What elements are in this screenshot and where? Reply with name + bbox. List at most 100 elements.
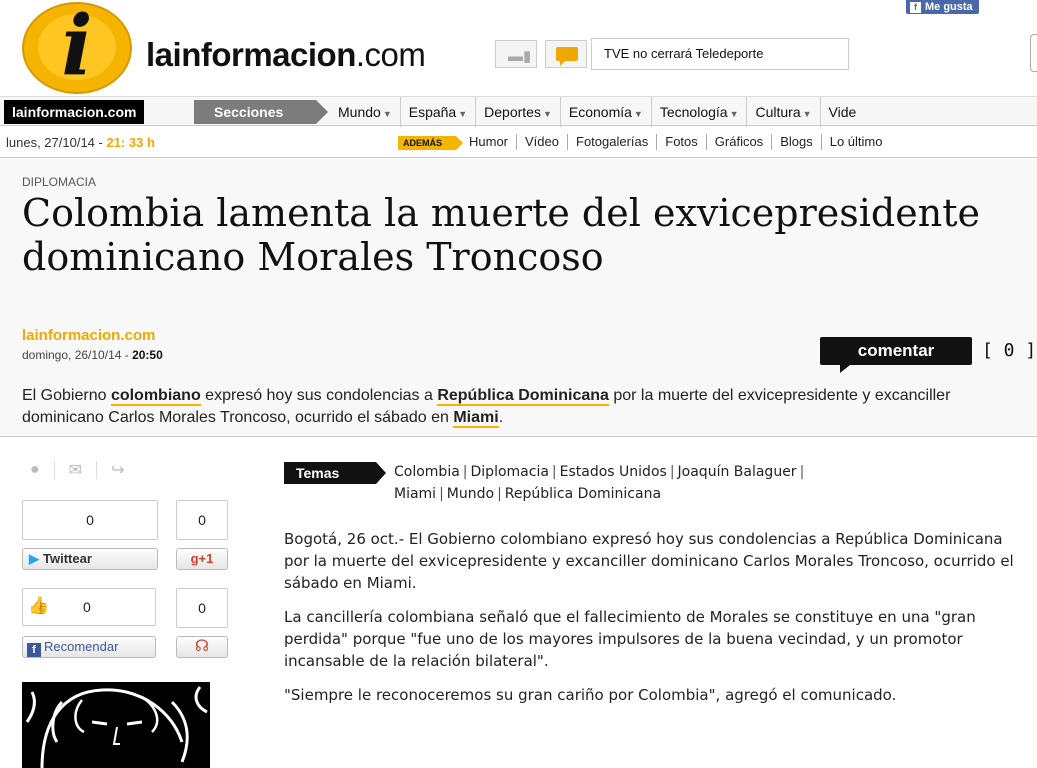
divider: [96, 461, 98, 479]
nav-sections-button[interactable]: Secciones: [194, 100, 328, 124]
divider: |: [439, 486, 444, 502]
nav-item-mundo[interactable]: Mundo ▼: [330, 97, 400, 127]
article-date-day: domingo, 26/10/14 -: [22, 348, 133, 362]
article-lead: El Gobierno colombiano expresó hoy sus c…: [22, 385, 1032, 429]
nav-item-label: Deportes: [484, 104, 541, 120]
caret-down-icon: ▼: [458, 109, 468, 119]
topic-link[interactable]: Colombia: [394, 464, 460, 480]
search-box[interactable]: [1030, 34, 1037, 72]
nav-item-label: Vide: [828, 104, 857, 120]
share-tools: ● ✉ ↪: [30, 460, 124, 480]
article-paragraph: "Siempre le reconoceremos su gran cariño…: [284, 686, 897, 704]
lead-link-republica-dominicana[interactable]: República Dominicana: [437, 387, 609, 406]
sub-link-fotogalerias[interactable]: Fotogalerías: [567, 134, 656, 150]
divider: |: [799, 464, 805, 480]
meneame-button[interactable]: ☊: [176, 636, 228, 658]
site-logo[interactable]: lainformacion.com: [146, 36, 426, 74]
divider: |: [551, 464, 557, 480]
chat-icon-button[interactable]: [545, 40, 587, 68]
nav-item-cultura[interactable]: Cultura ▼: [746, 97, 819, 127]
logo-icon[interactable]: i: [22, 0, 132, 92]
mobile-icon-button[interactable]: ▬▮: [495, 40, 537, 68]
email-icon[interactable]: ✉: [69, 460, 82, 480]
facebook-icon: f: [910, 2, 921, 13]
nav-item-economia[interactable]: Economía ▼: [559, 97, 651, 127]
nav-item-espana[interactable]: España ▼: [399, 97, 475, 127]
logo-brand: lainformacion: [146, 36, 356, 73]
speech-bubble-icon: [556, 47, 578, 66]
article-time: 20:50: [132, 348, 163, 362]
caret-down-icon: ▼: [633, 109, 643, 119]
caret-down-icon: ▼: [802, 109, 812, 119]
mobile-device-icon: ▬▮: [508, 48, 532, 65]
sub-link-humor[interactable]: Humor: [461, 134, 516, 150]
comment-button[interactable]: comentar: [820, 337, 972, 373]
twitter-count: 0: [22, 500, 158, 540]
nav-item-label: Mundo: [338, 104, 381, 120]
site-header: f Me gusta i lainformacion.com ▬▮ TVE no …: [0, 0, 1037, 96]
secondary-links: Humor Vídeo Fotogalerías Fotos Gráficos …: [461, 134, 890, 150]
logo-tld: .com: [355, 36, 426, 73]
nav-item-tecnologia[interactable]: Tecnología ▼: [650, 97, 747, 127]
lead-text: El Gobierno: [22, 387, 111, 404]
meneame-count: 0: [176, 588, 228, 628]
facebook-recommend-button[interactable]: f Recomendar: [22, 636, 156, 658]
tweet-button[interactable]: ▶ Twittear: [22, 548, 158, 570]
topic-link[interactable]: Joaquín Balaguer: [678, 464, 797, 480]
divider: |: [462, 464, 468, 480]
date-bar: lunes, 27/10/14 - 21: 33 h ADEMÁS Humor …: [0, 127, 1037, 158]
article-source[interactable]: lainformacion.com: [22, 327, 155, 344]
sub-link-video[interactable]: Vídeo: [516, 134, 567, 150]
current-time: 21: 33 h: [106, 135, 155, 150]
lead-text: .: [498, 409, 504, 426]
ademas-badge: ADEMÁS: [398, 136, 464, 150]
topic-link[interactable]: Estados Unidos: [560, 464, 667, 480]
divider: [53, 461, 55, 479]
caret-down-icon: ▼: [542, 109, 552, 119]
headline-ticker[interactable]: TVE no cerrará Teledeporte: [591, 38, 849, 70]
report-icon[interactable]: ●: [30, 461, 40, 479]
article-header: DIPLOMACIA Colombia lamenta la muerte de…: [0, 159, 1037, 437]
tweet-button-label: Twittear: [43, 551, 92, 566]
facebook-like-button[interactable]: f Me gusta: [906, 0, 979, 14]
nav-item-video[interactable]: Vide: [819, 97, 865, 127]
caret-down-icon: ▼: [729, 109, 739, 119]
lead-text: expresó hoy sus condolencias a: [200, 387, 438, 404]
meneame-icon: ☊: [194, 638, 210, 655]
article-paragraph: Bogotá, 26 oct.- El Gobierno colombiano …: [284, 530, 1014, 592]
article-title: Colombia lamenta la muerte del exvicepre…: [22, 191, 980, 279]
avatar-illustration: [22, 682, 210, 768]
nav-item-label: Economía: [568, 104, 632, 120]
article-paragraph: La cancillería colombiana señaló que el …: [284, 608, 976, 670]
article-date: domingo, 26/10/14 - 20:50: [22, 348, 163, 362]
topic-link[interactable]: Mundo: [447, 486, 494, 502]
lead-link-colombiano[interactable]: colombiano: [110, 387, 201, 406]
current-date: lunes, 27/10/14 - 21: 33 h: [6, 135, 155, 150]
lead-link-miami[interactable]: Miami: [453, 409, 499, 428]
current-date-day: lunes, 27/10/14 -: [6, 135, 107, 150]
gplus-button[interactable]: g+1: [176, 548, 228, 570]
facebook-like-label: Me gusta: [925, 1, 973, 13]
author-avatar[interactable]: [22, 682, 210, 768]
share-arrow-icon[interactable]: ↪: [111, 460, 124, 480]
twitter-bird-icon: ▶: [29, 551, 39, 566]
thumbs-up-icon: 👍: [28, 596, 50, 615]
nav-items: Mundo ▼ España ▼ Deportes ▼ Economía ▼ Tecno…: [330, 97, 864, 127]
nav-item-deportes[interactable]: Deportes ▼: [475, 97, 560, 127]
topic-link[interactable]: República Dominicana: [505, 486, 661, 502]
article-kicker[interactable]: DIPLOMACIA: [22, 175, 96, 189]
topic-link[interactable]: Diplomacia: [471, 464, 549, 480]
sub-link-fotos[interactable]: Fotos: [656, 134, 706, 150]
facebook-icon: f: [27, 643, 41, 657]
topics-label: Temas: [284, 462, 386, 484]
comment-count[interactable]: [ 0 ]: [982, 337, 1036, 365]
nav-brand[interactable]: lainformacion.com: [4, 100, 145, 124]
sub-link-lo-ultimo[interactable]: Lo último: [820, 134, 891, 150]
topic-link[interactable]: Miami: [394, 486, 436, 502]
sub-link-graficos[interactable]: Gráficos: [705, 134, 771, 150]
facebook-recommend-label: Recomendar: [44, 639, 119, 654]
article-body: Bogotá, 26 oct.- El Gobierno colombiano …: [284, 528, 1032, 718]
sub-link-blogs[interactable]: Blogs: [771, 134, 821, 150]
nav-item-label: España: [408, 104, 457, 120]
divider: |: [497, 486, 502, 502]
